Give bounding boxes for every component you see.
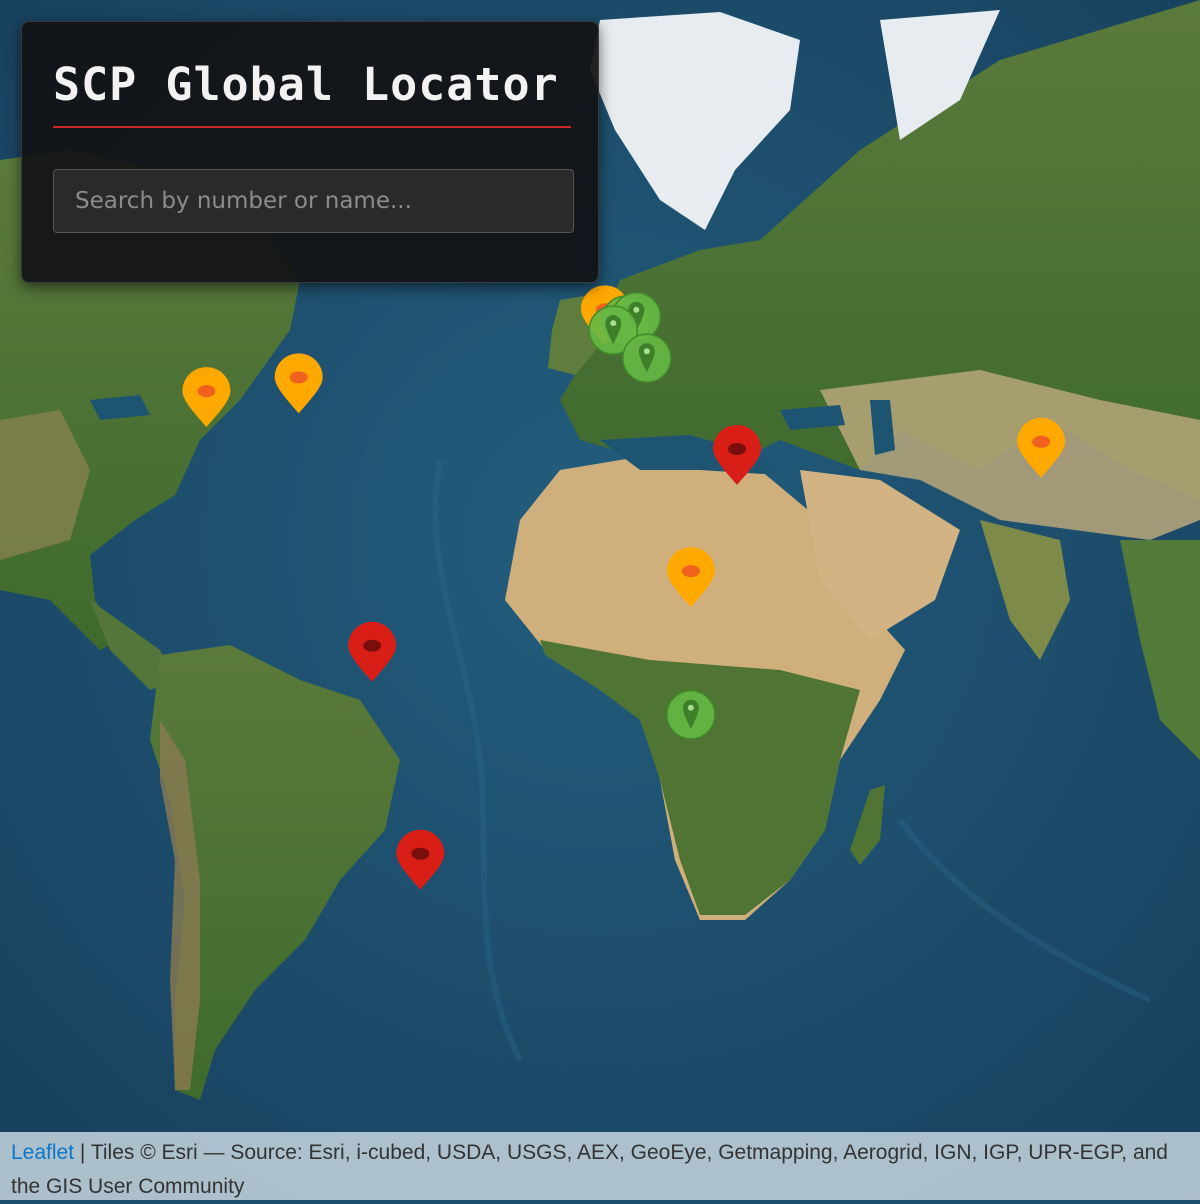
map-marker-green[interactable] xyxy=(622,333,672,383)
marker-core xyxy=(411,847,430,860)
map-pin-dot xyxy=(633,306,640,313)
map-pin-dot xyxy=(687,704,694,711)
marker-core xyxy=(728,442,747,455)
leaflet-link[interactable]: Leaflet xyxy=(11,1141,74,1164)
marker-core xyxy=(681,565,700,578)
marker-core xyxy=(197,385,216,398)
map-marker-green[interactable] xyxy=(666,690,716,740)
marker-core xyxy=(289,371,308,384)
title-underline xyxy=(53,126,571,128)
marker-core xyxy=(1032,435,1051,448)
locator-panel: SCP Global Locator xyxy=(21,21,599,283)
search-input[interactable] xyxy=(53,169,574,233)
panel-title: SCP Global Locator xyxy=(53,58,559,111)
attribution-text: Tiles © Esri — Source: Esri, i-cubed, US… xyxy=(11,1141,1168,1198)
map-attribution: Leaflet | Tiles © Esri — Source: Esri, i… xyxy=(0,1132,1200,1200)
marker-core xyxy=(363,639,382,652)
attribution-separator: | xyxy=(74,1141,91,1164)
map-pin-dot xyxy=(610,320,617,327)
map-pin-dot xyxy=(643,348,650,355)
